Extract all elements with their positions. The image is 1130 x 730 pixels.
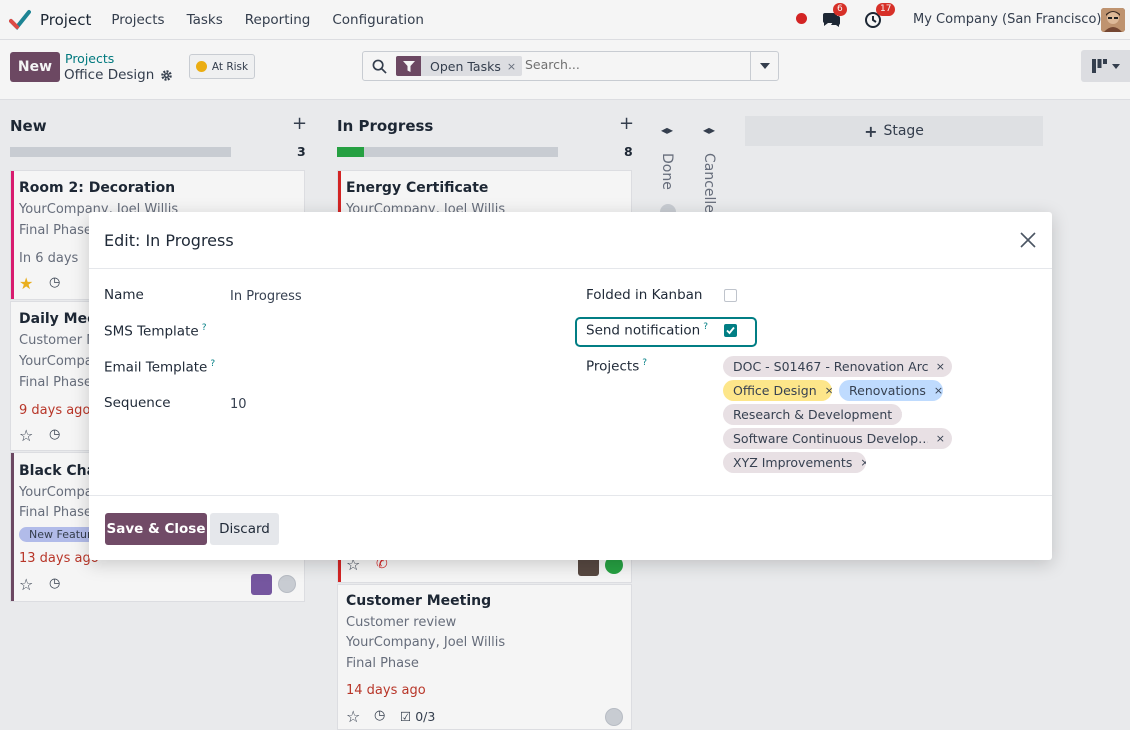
discard-button[interactable]: Discard xyxy=(210,513,279,545)
send-notification-text: Send notification xyxy=(586,322,701,339)
project-tag[interactable]: DOC - S01467 - Renovation Arc… × xyxy=(723,356,952,377)
sms-template-label: SMS Template? xyxy=(104,323,206,340)
project-tag-label: Software Continuous Develop… xyxy=(733,431,928,446)
project-tag[interactable]: Renovations × xyxy=(839,380,943,401)
help-tooltip-icon[interactable]: ? xyxy=(202,323,207,333)
save-close-button[interactable]: Save & Close xyxy=(105,513,207,545)
folded-in-kanban-checkbox[interactable] xyxy=(724,289,737,302)
help-tooltip-icon[interactable]: ? xyxy=(210,359,215,369)
email-template-label: Email Template? xyxy=(104,359,215,376)
email-template-text: Email Template xyxy=(104,359,208,376)
help-tooltip-icon[interactable]: ? xyxy=(703,322,708,332)
checkmark-icon xyxy=(726,326,735,335)
tag-remove-icon[interactable]: × xyxy=(936,360,945,373)
tag-remove-icon[interactable]: × xyxy=(936,432,945,445)
project-tag[interactable]: Software Continuous Develop… × xyxy=(723,428,952,449)
project-tag-label: Office Design xyxy=(733,383,817,398)
sequence-field[interactable]: 10 xyxy=(230,397,247,412)
project-tag-label: Renovations xyxy=(849,383,926,398)
send-notification-label: Send notification? xyxy=(586,322,708,339)
project-tag-label: DOC - S01467 - Renovation Arc… xyxy=(733,359,928,374)
folded-in-kanban-label: Folded in Kanban xyxy=(586,287,703,303)
projects-label: Projects? xyxy=(586,358,647,375)
edit-stage-dialog: Edit: In Progress Name In Progress SMS T… xyxy=(89,212,1052,560)
dialog-title: Edit: In Progress xyxy=(104,231,234,250)
project-tag[interactable]: Research & Development × xyxy=(723,404,902,425)
sms-template-field[interactable] xyxy=(230,318,560,342)
project-tag[interactable]: Office Design × xyxy=(723,380,832,401)
project-tag-label: XYZ Improvements xyxy=(733,455,853,470)
email-template-field[interactable] xyxy=(230,354,560,378)
project-tag-label: Research & Development xyxy=(733,407,893,422)
projects-text: Projects xyxy=(586,358,640,375)
tag-remove-icon[interactable]: × xyxy=(900,408,902,421)
dialog-header: Edit: In Progress xyxy=(89,212,1052,269)
close-icon[interactable] xyxy=(1018,230,1038,250)
tag-remove-icon[interactable]: × xyxy=(934,384,943,397)
tag-remove-icon[interactable]: × xyxy=(860,456,866,469)
help-tooltip-icon[interactable]: ? xyxy=(642,358,647,368)
tag-remove-icon[interactable]: × xyxy=(825,384,832,397)
sequence-label: Sequence xyxy=(104,395,171,411)
name-label: Name xyxy=(104,287,144,303)
send-notification-checkbox[interactable] xyxy=(724,324,737,337)
dialog-footer: Save & Close Discard xyxy=(89,495,1052,560)
name-field[interactable]: In Progress xyxy=(230,289,302,304)
sms-template-text: SMS Template xyxy=(104,323,199,340)
project-tag[interactable]: XYZ Improvements × xyxy=(723,452,866,473)
